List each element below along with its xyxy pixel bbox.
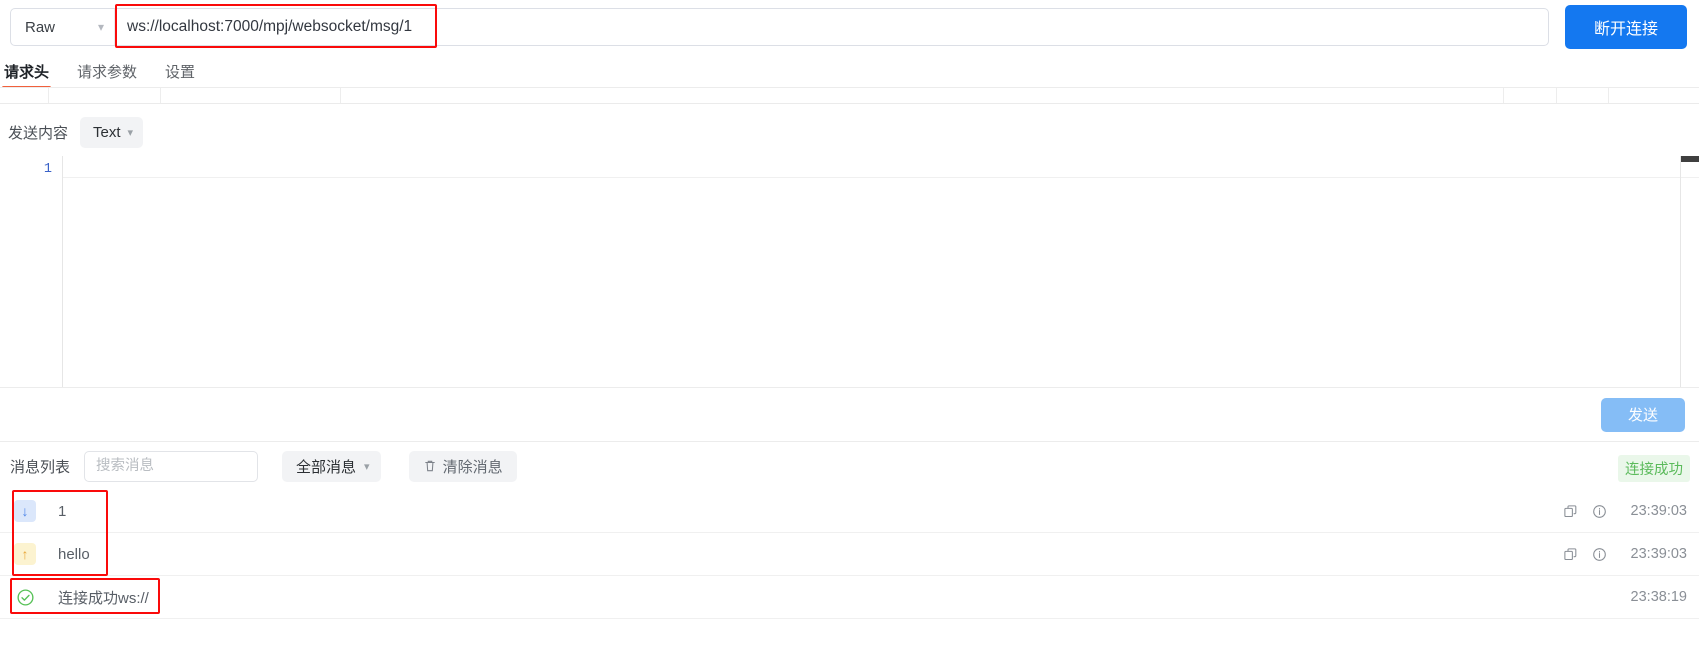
message-text: 1 (58, 502, 67, 520)
editor-active-line (63, 156, 1699, 178)
websocket-client-page: Raw ▾ ws://localhost:7000/mpj/websocket/… (0, 0, 1699, 648)
editor-gutter: 1 (0, 156, 62, 387)
arrow-up-icon: ↑ (14, 543, 36, 565)
column-divider (1503, 88, 1504, 103)
message-timestamp: 23:38:19 (1630, 589, 1687, 605)
column-divider (1556, 88, 1557, 103)
content-type-value: Text (93, 123, 121, 141)
content-type-select[interactable]: Text ▾ (80, 116, 144, 148)
message-row[interactable]: ↓ 1 23:39:03 (0, 490, 1699, 533)
message-row-actions: 23:39:03 (1563, 490, 1687, 532)
column-divider (48, 88, 49, 103)
chevron-down-icon: ▾ (97, 20, 104, 34)
url-input-group: Raw ▾ ws://localhost:7000/mpj/websocket/… (10, 4, 1549, 48)
editor-code-area[interactable] (62, 156, 1699, 387)
column-divider (160, 88, 161, 103)
copy-icon[interactable] (1563, 547, 1578, 562)
line-number: 1 (43, 162, 52, 177)
url-input-value: ws://localhost:7000/mpj/websocket/msg/1 (127, 18, 413, 35)
clear-messages-label: 清除消息 (442, 458, 503, 476)
disconnect-button[interactable]: 断开连接 (1565, 5, 1687, 49)
url-bar: Raw ▾ ws://localhost:7000/mpj/websocket/… (0, 0, 1699, 54)
chevron-down-icon: ▾ (364, 460, 370, 473)
headers-table-header-strip (0, 88, 1699, 104)
message-timestamp: 23:39:03 (1630, 546, 1687, 562)
message-text: 连接成功ws:// (58, 589, 149, 607)
message-list-label: 消息列表 (10, 458, 71, 476)
search-input[interactable] (84, 450, 259, 482)
copy-icon[interactable] (1563, 504, 1578, 519)
tab-request-params[interactable]: 请求参数 (77, 65, 137, 88)
info-icon[interactable] (1592, 547, 1607, 562)
protocol-mode-select[interactable]: Raw ▾ (11, 9, 115, 45)
check-circle-icon (14, 586, 36, 608)
trash-icon (423, 459, 437, 473)
message-filter-select[interactable]: 全部消息 ▾ (282, 450, 381, 482)
arrow-down-icon: ↓ (14, 500, 36, 522)
protocol-mode-value: Raw (25, 18, 56, 36)
tab-settings[interactable]: 设置 (165, 65, 195, 88)
editor-scrollbar[interactable] (1681, 156, 1699, 162)
message-row-actions: 23:38:19 (1621, 576, 1687, 618)
column-divider (1608, 88, 1609, 103)
request-tabs: 请求头 请求参数 设置 (0, 54, 1699, 89)
editor-right-rule (1680, 156, 1681, 387)
message-row-actions: 23:39:03 (1563, 533, 1687, 575)
message-list: ↓ 1 23:39:03 ↑ hello 23:39:03 连接成功ws:// … (0, 490, 1699, 619)
send-content-row: 发送内容 Text ▾ (0, 104, 1699, 156)
send-button-bar: 发送 (0, 388, 1699, 442)
url-input[interactable]: ws://localhost:7000/mpj/websocket/msg/1 (115, 9, 1548, 45)
message-row[interactable]: ↑ hello 23:39:03 (0, 533, 1699, 576)
connection-status-badge: 连接成功 (1618, 455, 1690, 482)
message-timestamp: 23:39:03 (1630, 503, 1687, 519)
message-text: hello (58, 545, 90, 563)
info-icon[interactable] (1592, 504, 1607, 519)
message-filter-value: 全部消息 (296, 458, 357, 476)
clear-messages-button[interactable]: 清除消息 (408, 450, 517, 482)
message-editor: 1 (0, 156, 1699, 388)
send-content-label: 发送内容 (8, 124, 69, 142)
send-button[interactable]: 发送 (1601, 397, 1685, 432)
message-row[interactable]: 连接成功ws:// 23:38:19 (0, 576, 1699, 619)
message-toolbar: 消息列表 全部消息 ▾ 清除消息 连接成功 (0, 442, 1699, 490)
tab-request-headers[interactable]: 请求头 (1, 65, 52, 89)
chevron-down-icon: ▾ (127, 126, 134, 139)
column-divider (340, 88, 341, 103)
